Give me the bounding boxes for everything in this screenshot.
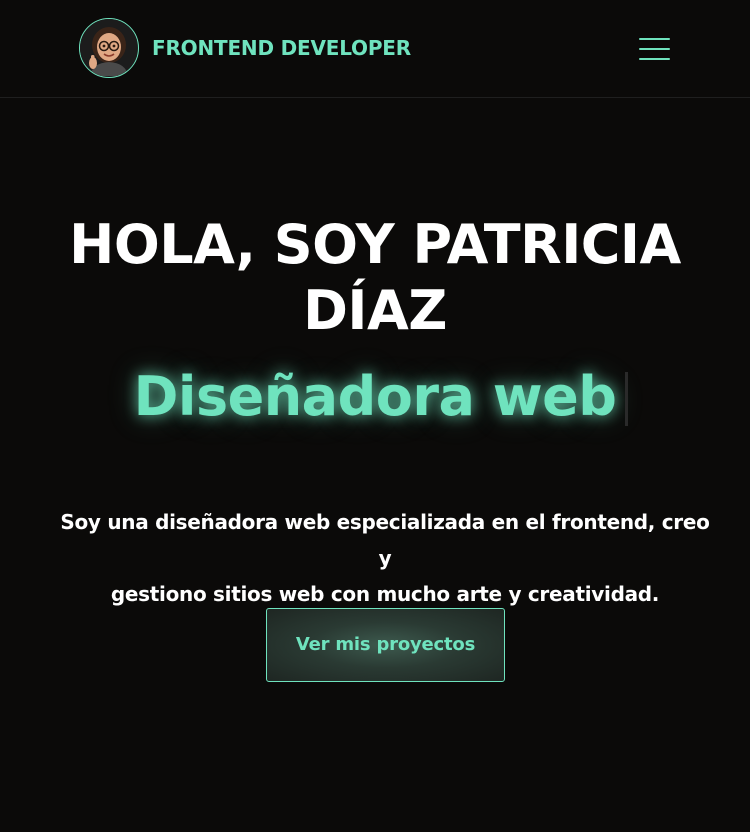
menu-line <box>639 58 670 60</box>
hero-title: HOLA, SOY PATRICIA DÍAZ <box>0 212 750 344</box>
hero-title-line2: DÍAZ <box>303 279 447 342</box>
hero-subtitle-text: Diseñadora web <box>133 365 617 428</box>
hero-description-line1: Soy una diseñadora web especializada en … <box>60 510 710 570</box>
hero-subtitle: Diseñadora web <box>133 362 629 432</box>
hamburger-menu-icon[interactable] <box>636 35 672 63</box>
view-projects-button[interactable]: Ver mis proyectos <box>266 608 505 682</box>
avatar-memoji-icon <box>80 19 137 76</box>
menu-line <box>639 48 670 50</box>
menu-line <box>639 38 670 40</box>
hero-title-line1: HOLA, SOY PATRICIA <box>69 213 681 276</box>
hero-description-line2: gestiono sitios web con mucho arte y cre… <box>110 582 660 606</box>
typing-cursor <box>625 372 629 426</box>
avatar[interactable] <box>79 18 139 78</box>
hero-description: Soy una diseñadora web especializada en … <box>55 504 715 612</box>
hero-subtitle-wrap: Diseñadora web <box>0 362 750 432</box>
brand-title[interactable]: FRONTEND DEVELOPER <box>152 34 411 62</box>
site-header: FRONTEND DEVELOPER <box>0 0 750 98</box>
